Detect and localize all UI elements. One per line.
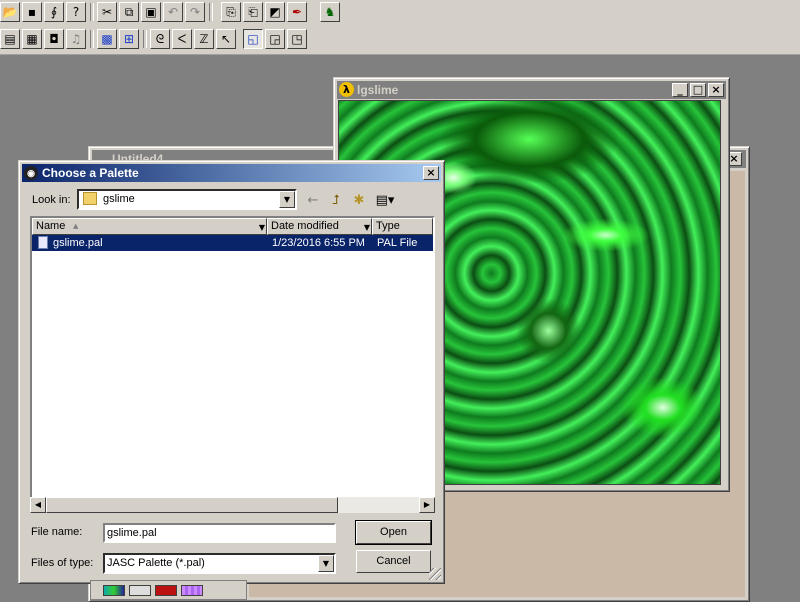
- scroll-thumb[interactable]: [46, 497, 338, 513]
- open-icon[interactable]: 📂: [0, 2, 20, 22]
- arrow-tool-icon[interactable]: ↖: [216, 29, 236, 49]
- chevron-down-icon[interactable]: ▼: [279, 191, 295, 208]
- spiral-icon[interactable]: ᘓ: [150, 29, 170, 49]
- app-icon: ◉: [24, 166, 38, 180]
- palette-strip: [90, 580, 247, 600]
- file-date: 1/23/2016 6:55 PM: [272, 237, 365, 249]
- toolbar-separator: [143, 30, 147, 48]
- chevron-down-icon[interactable]: ▼: [318, 555, 334, 572]
- file-type-dropdown[interactable]: JASC Palette (*.pal) ▼: [103, 553, 336, 574]
- file-icon: [38, 236, 48, 249]
- layout-icon[interactable]: ◲: [265, 29, 285, 49]
- toolbar-separator: [90, 30, 94, 48]
- new-folder-icon[interactable]: ✱: [349, 192, 369, 210]
- file-type: PAL File: [377, 237, 418, 249]
- copy-icon[interactable]: ⧉: [119, 2, 139, 22]
- minimize-icon[interactable]: _: [672, 83, 688, 97]
- image-titlebar[interactable]: λ lgslime _ □ ×: [337, 81, 726, 99]
- view-menu-icon[interactable]: ▤▾: [372, 192, 398, 210]
- file-name: gslime.pal: [53, 237, 103, 249]
- dialog-titlebar[interactable]: ◉ Choose a Palette ×: [22, 164, 441, 182]
- paste-shape-icon[interactable]: ◩: [265, 2, 285, 22]
- look-in-dropdown[interactable]: gslime ▼: [77, 189, 297, 210]
- sort-ascending-icon: ▲: [73, 222, 79, 230]
- resize-grip-icon[interactable]: [429, 568, 441, 580]
- column-header-date[interactable]: Date modified ▼: [267, 218, 372, 235]
- look-in-value: gslime: [103, 193, 135, 205]
- file-name-field[interactable]: gslime.pal: [103, 523, 336, 543]
- run-icon[interactable]: ♞: [320, 2, 340, 22]
- look-in-label: Look in:: [32, 194, 71, 206]
- horizontal-scrollbar[interactable]: ◀ ▶: [30, 497, 435, 513]
- close-icon[interactable]: ×: [708, 83, 724, 97]
- panel-icon[interactable]: ▤: [0, 29, 20, 49]
- dialog-title: Choose a Palette: [42, 166, 139, 180]
- halflife-logo-icon: λ: [339, 82, 354, 97]
- toolbar-separator: [209, 3, 213, 21]
- swatch-icon[interactable]: [103, 585, 125, 596]
- column-header-name[interactable]: Name ▲ ▼: [32, 218, 267, 235]
- open-button[interactable]: Open: [355, 520, 432, 545]
- back-arrow-icon[interactable]: ←: [303, 192, 323, 210]
- grid-icon[interactable]: ▦: [22, 29, 42, 49]
- column-header-type[interactable]: Type: [372, 218, 433, 235]
- file-row-selected[interactable]: gslime.pal 1/23/2016 6:55 PM PAL File: [32, 235, 433, 251]
- camera-icon[interactable]: ◘: [44, 29, 64, 49]
- scroll-left-icon[interactable]: ◀: [30, 497, 46, 513]
- chevron-down-icon[interactable]: ▼: [259, 220, 265, 235]
- layout-selected-icon[interactable]: ◱: [243, 29, 263, 49]
- tile-grid-icon[interactable]: ⊞: [119, 29, 139, 49]
- link-icon[interactable]: ∮: [44, 2, 64, 22]
- swatch-icon[interactable]: [155, 585, 177, 596]
- texture-grid-icon[interactable]: ▩: [97, 29, 117, 49]
- swatch-icon[interactable]: [129, 585, 151, 596]
- file-type-label: Files of type:: [31, 557, 94, 569]
- swatch-icon[interactable]: [181, 585, 203, 596]
- save-icon[interactable]: ▪: [22, 2, 42, 22]
- choose-palette-dialog: ◉ Choose a Palette × Look in: gslime ▼ ←…: [18, 160, 445, 584]
- window-title: lgslime: [357, 83, 399, 97]
- wave-icon[interactable]: ℤ: [194, 29, 214, 49]
- picker-icon[interactable]: ✒: [287, 2, 307, 22]
- copy-image-icon[interactable]: ⎘: [221, 2, 241, 22]
- chevron-down-icon[interactable]: ▼: [364, 220, 370, 235]
- paste-image-icon[interactable]: ⎗: [243, 2, 263, 22]
- maximize-icon[interactable]: □: [690, 83, 706, 97]
- folder-icon: [83, 192, 97, 205]
- scroll-right-icon[interactable]: ▶: [419, 497, 435, 513]
- app-toolbar-area: 📂 ▪ ∮ ? ✂ ⧉ ▣ ↶ ↷ ⎘ ⎗ ◩ ✒ ♞ ▤ ▦ ◘ ♫ ▩ ⊞ …: [0, 0, 800, 55]
- help-icon[interactable]: ?: [66, 2, 86, 22]
- toolbar-separator: [90, 3, 94, 21]
- up-folder-icon[interactable]: ⮥: [326, 192, 346, 210]
- music-icon[interactable]: ♫: [66, 29, 86, 49]
- cancel-button[interactable]: Cancel: [356, 550, 431, 573]
- cut-icon[interactable]: ✂: [97, 2, 117, 22]
- close-icon[interactable]: ×: [423, 166, 439, 180]
- redo-icon[interactable]: ↷: [185, 2, 205, 22]
- undo-icon[interactable]: ↶: [163, 2, 183, 22]
- layout-alt-icon[interactable]: ◳: [287, 29, 307, 49]
- file-list[interactable]: Name ▲ ▼ Date modified ▼ Type gslime.pal…: [30, 216, 435, 513]
- paste-icon[interactable]: ▣: [141, 2, 161, 22]
- curve-icon[interactable]: ᐸ: [172, 29, 192, 49]
- file-name-label: File name:: [31, 526, 83, 538]
